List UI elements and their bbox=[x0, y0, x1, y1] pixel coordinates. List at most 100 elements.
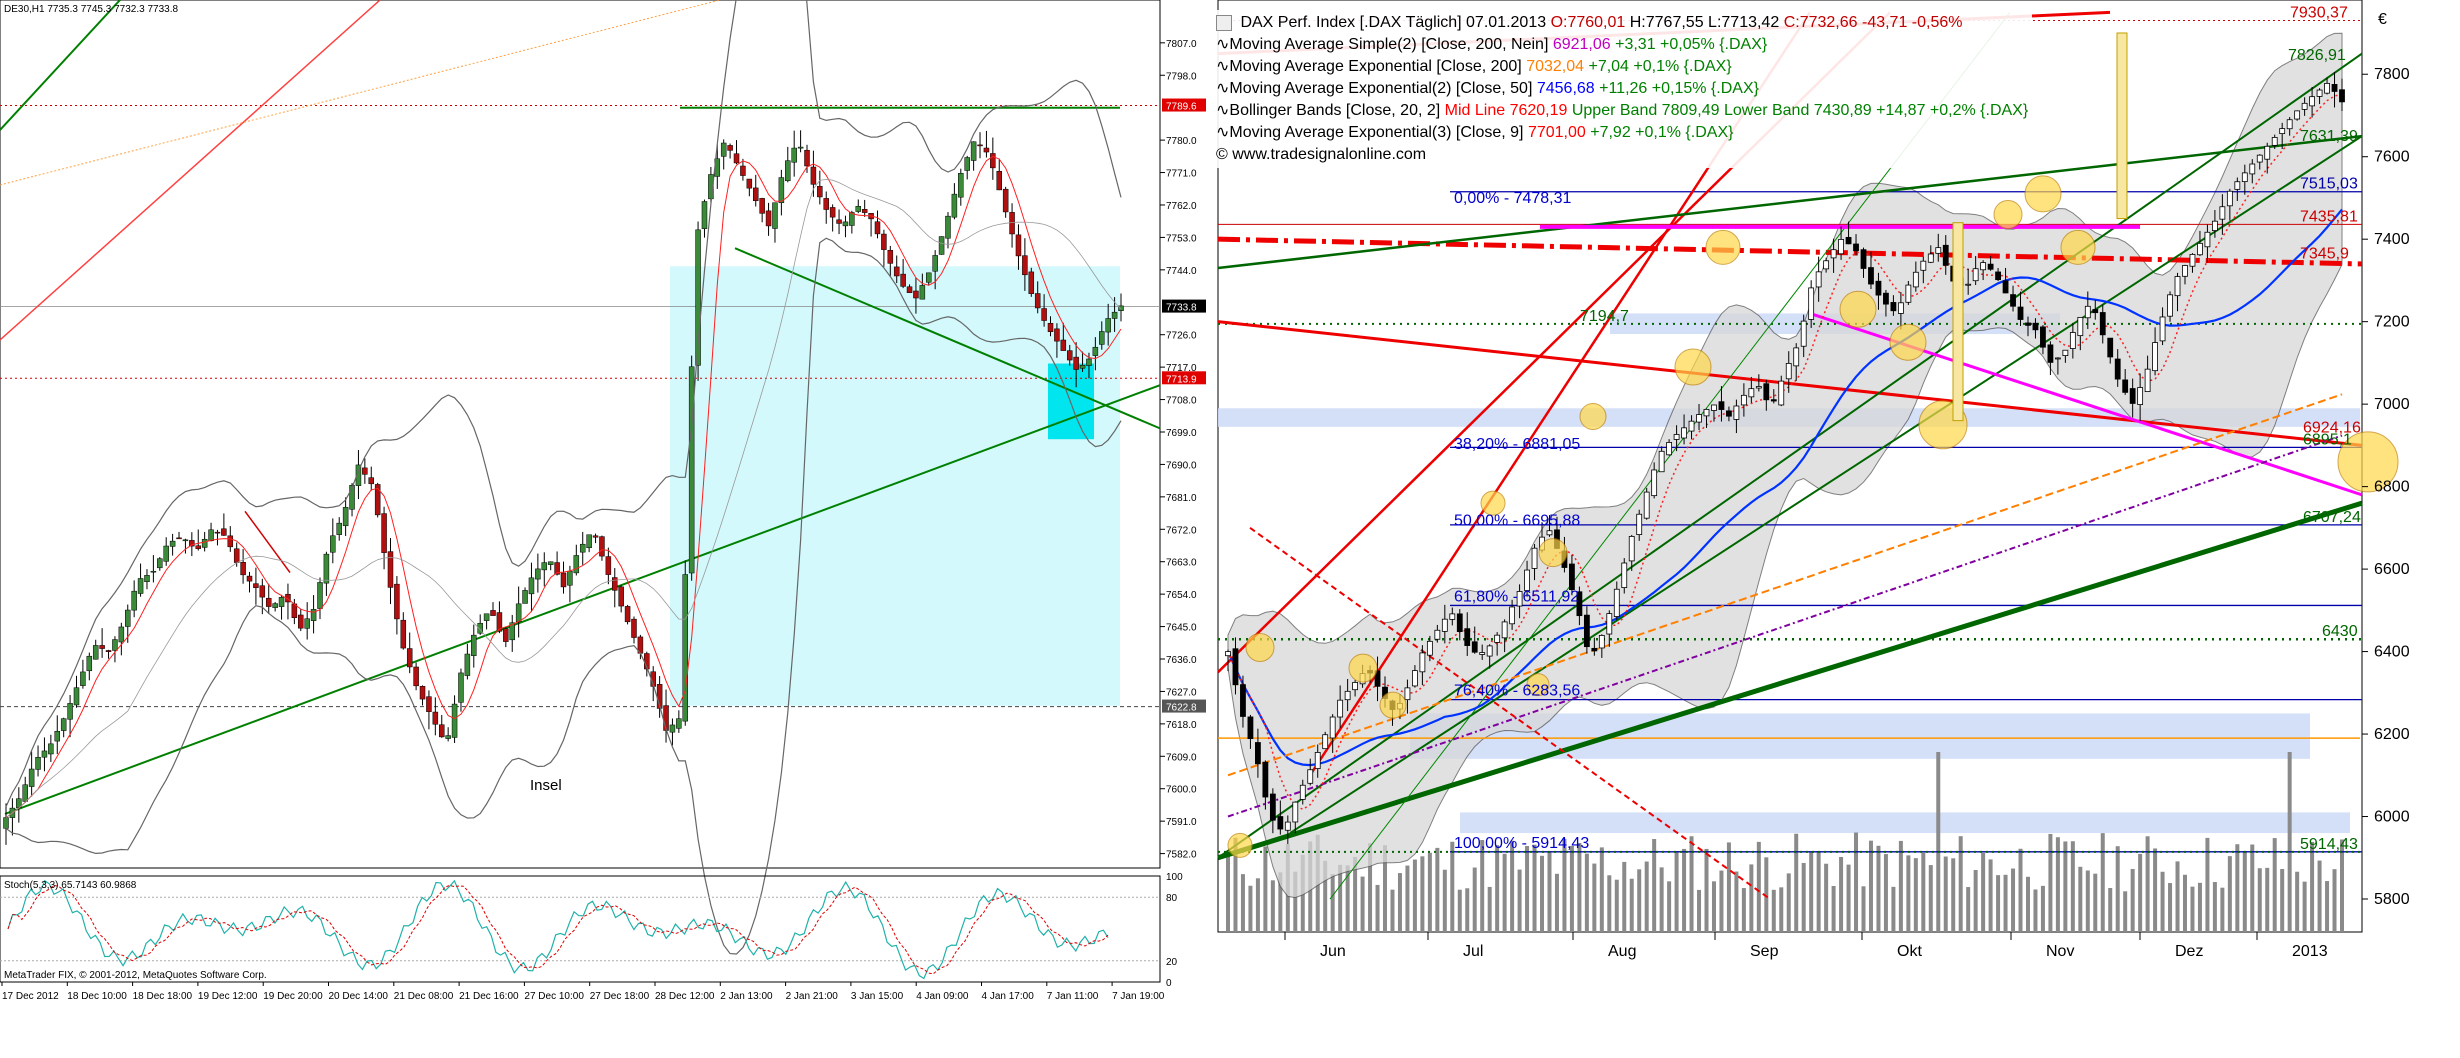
candle-body bbox=[464, 653, 471, 676]
volume-bar bbox=[2085, 870, 2090, 932]
candle-body bbox=[528, 577, 535, 595]
candle-body bbox=[73, 687, 80, 706]
candle-body bbox=[893, 266, 900, 277]
volume-bar bbox=[2197, 882, 2202, 932]
indicator-legend-row[interactable]: ∿Moving Average Simple(2) [Close, 200, N… bbox=[1216, 34, 2028, 56]
highlight-circle bbox=[2024, 175, 2062, 213]
volume-bar bbox=[1973, 869, 1978, 932]
volume-bar bbox=[2003, 874, 2008, 932]
candle-body bbox=[2189, 254, 2196, 267]
volume-bar bbox=[1719, 870, 1724, 932]
volume-bar bbox=[1734, 871, 1739, 932]
candle-body bbox=[881, 233, 887, 250]
volume-bar bbox=[1749, 864, 1754, 932]
website-link[interactable]: www.tradesignalonline.com bbox=[1232, 146, 1426, 163]
candle-body bbox=[1441, 618, 1448, 632]
volume-bar bbox=[1547, 851, 1552, 932]
candle-body bbox=[22, 784, 28, 802]
candle-body bbox=[451, 703, 458, 738]
candle-body bbox=[932, 255, 938, 272]
candle-body bbox=[278, 597, 285, 607]
volume-bar bbox=[2302, 881, 2307, 932]
candle-body bbox=[1883, 292, 1889, 305]
stoch-label: Stoch(5,3,3) 65.7143 60.9868 bbox=[4, 880, 137, 891]
candle-body bbox=[1531, 547, 1538, 569]
volume-bar bbox=[2280, 869, 2285, 932]
candle-body bbox=[1643, 491, 1650, 519]
indicator-legend-row[interactable]: ∿Moving Average Exponential(2) [Close, 5… bbox=[1216, 78, 2028, 100]
volume-bar bbox=[2070, 841, 2075, 932]
candle-body bbox=[1770, 399, 1777, 402]
y-tick-label: 7645.0 bbox=[1166, 623, 1197, 634]
metatrader-chart-panel: Insel DE30,H1 7735.3 7745.3 7732.3 7733.8… bbox=[0, 0, 1211, 1058]
volume-bar bbox=[1786, 873, 1791, 932]
candle-body bbox=[1935, 247, 1942, 254]
x-tick-label: 27 Dec 18:00 bbox=[590, 991, 650, 1002]
x-tick-label: 28 Dec 12:00 bbox=[655, 991, 715, 1002]
highlight-circle bbox=[1839, 290, 1877, 328]
candle-body bbox=[1322, 734, 1329, 750]
candle-body bbox=[298, 614, 304, 629]
indicator-value: 7701,00 bbox=[1527, 124, 1591, 141]
volume-bar bbox=[1412, 859, 1417, 932]
indicator-legend-row[interactable]: ∿Moving Average Exponential [Close, 200]… bbox=[1216, 56, 2028, 78]
indicator-name: Moving Average Exponential [Close, 200] bbox=[1229, 58, 1527, 75]
stoch-tick-label: 100 bbox=[1166, 872, 1183, 883]
x-tick-label: 19 Dec 20:00 bbox=[263, 991, 323, 1002]
level-label: 6430 bbox=[2322, 623, 2358, 640]
gap-marker-lower bbox=[1952, 222, 1964, 422]
volume-bar bbox=[2011, 868, 2016, 932]
candle-body bbox=[778, 177, 785, 204]
volume-bar bbox=[1330, 874, 1335, 932]
candle-body bbox=[2339, 89, 2345, 103]
candle-body bbox=[1479, 652, 1486, 655]
x-tick-label: Jul bbox=[1463, 943, 1483, 960]
candle-body bbox=[227, 535, 234, 548]
candle-body bbox=[2017, 306, 2024, 320]
candle-body bbox=[1875, 280, 1882, 296]
candle-body bbox=[426, 696, 432, 712]
y-tick-label: 7789.6 bbox=[1166, 102, 1197, 113]
candle-body bbox=[2025, 322, 2031, 326]
volume-bar bbox=[2078, 866, 2083, 932]
volume-bar bbox=[1592, 863, 1597, 932]
volume-bar bbox=[1263, 846, 1268, 932]
candle-body bbox=[1464, 628, 1471, 646]
candle-body bbox=[612, 577, 618, 591]
y-tick-label: 7762.0 bbox=[1166, 201, 1197, 212]
chart-settings-icon[interactable] bbox=[1216, 14, 1232, 31]
y-tick-label: 7733.8 bbox=[1166, 303, 1197, 314]
support-zone bbox=[1460, 812, 2350, 834]
candle-body bbox=[336, 522, 342, 535]
candle-body bbox=[2152, 342, 2158, 372]
y-tick-label: 5800 bbox=[2374, 891, 2410, 908]
y-tick-label: 7591.0 bbox=[1166, 817, 1197, 828]
volume-bar bbox=[2033, 889, 2038, 932]
candle-body bbox=[2040, 326, 2046, 348]
y-tick-label: 7798.0 bbox=[1166, 71, 1197, 82]
candle-body bbox=[1015, 234, 1022, 257]
volume-bar bbox=[1360, 876, 1365, 932]
fib-label: 76,40% - 6283,56 bbox=[1454, 683, 1580, 700]
y-tick-label: 7582.0 bbox=[1166, 850, 1197, 861]
candle-body bbox=[906, 286, 913, 293]
indicator-legend-row[interactable]: ∿Bollinger Bands [Close, 20, 2] Mid Line… bbox=[1216, 100, 2028, 122]
volume-bar bbox=[1809, 851, 1814, 932]
volume-bar bbox=[1741, 888, 1746, 932]
volume-bar bbox=[1517, 869, 1522, 932]
volume-bar bbox=[1801, 862, 1806, 932]
candle-body bbox=[137, 578, 144, 594]
y-tick-label: 6400 bbox=[2374, 644, 2410, 661]
x-tick-label: Dez bbox=[2175, 943, 2203, 960]
y-tick-label: 6200 bbox=[2374, 726, 2410, 743]
candle-body bbox=[1688, 420, 1695, 432]
legend-change: -43,71 -0,56% bbox=[1861, 14, 1963, 31]
volume-bar bbox=[1397, 873, 1402, 932]
x-tick-label: 2 Jan 21:00 bbox=[786, 991, 839, 1002]
candle-body bbox=[2294, 110, 2301, 120]
candle-body bbox=[330, 535, 336, 553]
candle-body bbox=[35, 756, 41, 770]
candle-body bbox=[233, 548, 240, 563]
candle-body bbox=[1073, 356, 1079, 370]
indicator-legend-row[interactable]: ∿Moving Average Exponential(3) [Close, 9… bbox=[1216, 122, 2028, 144]
